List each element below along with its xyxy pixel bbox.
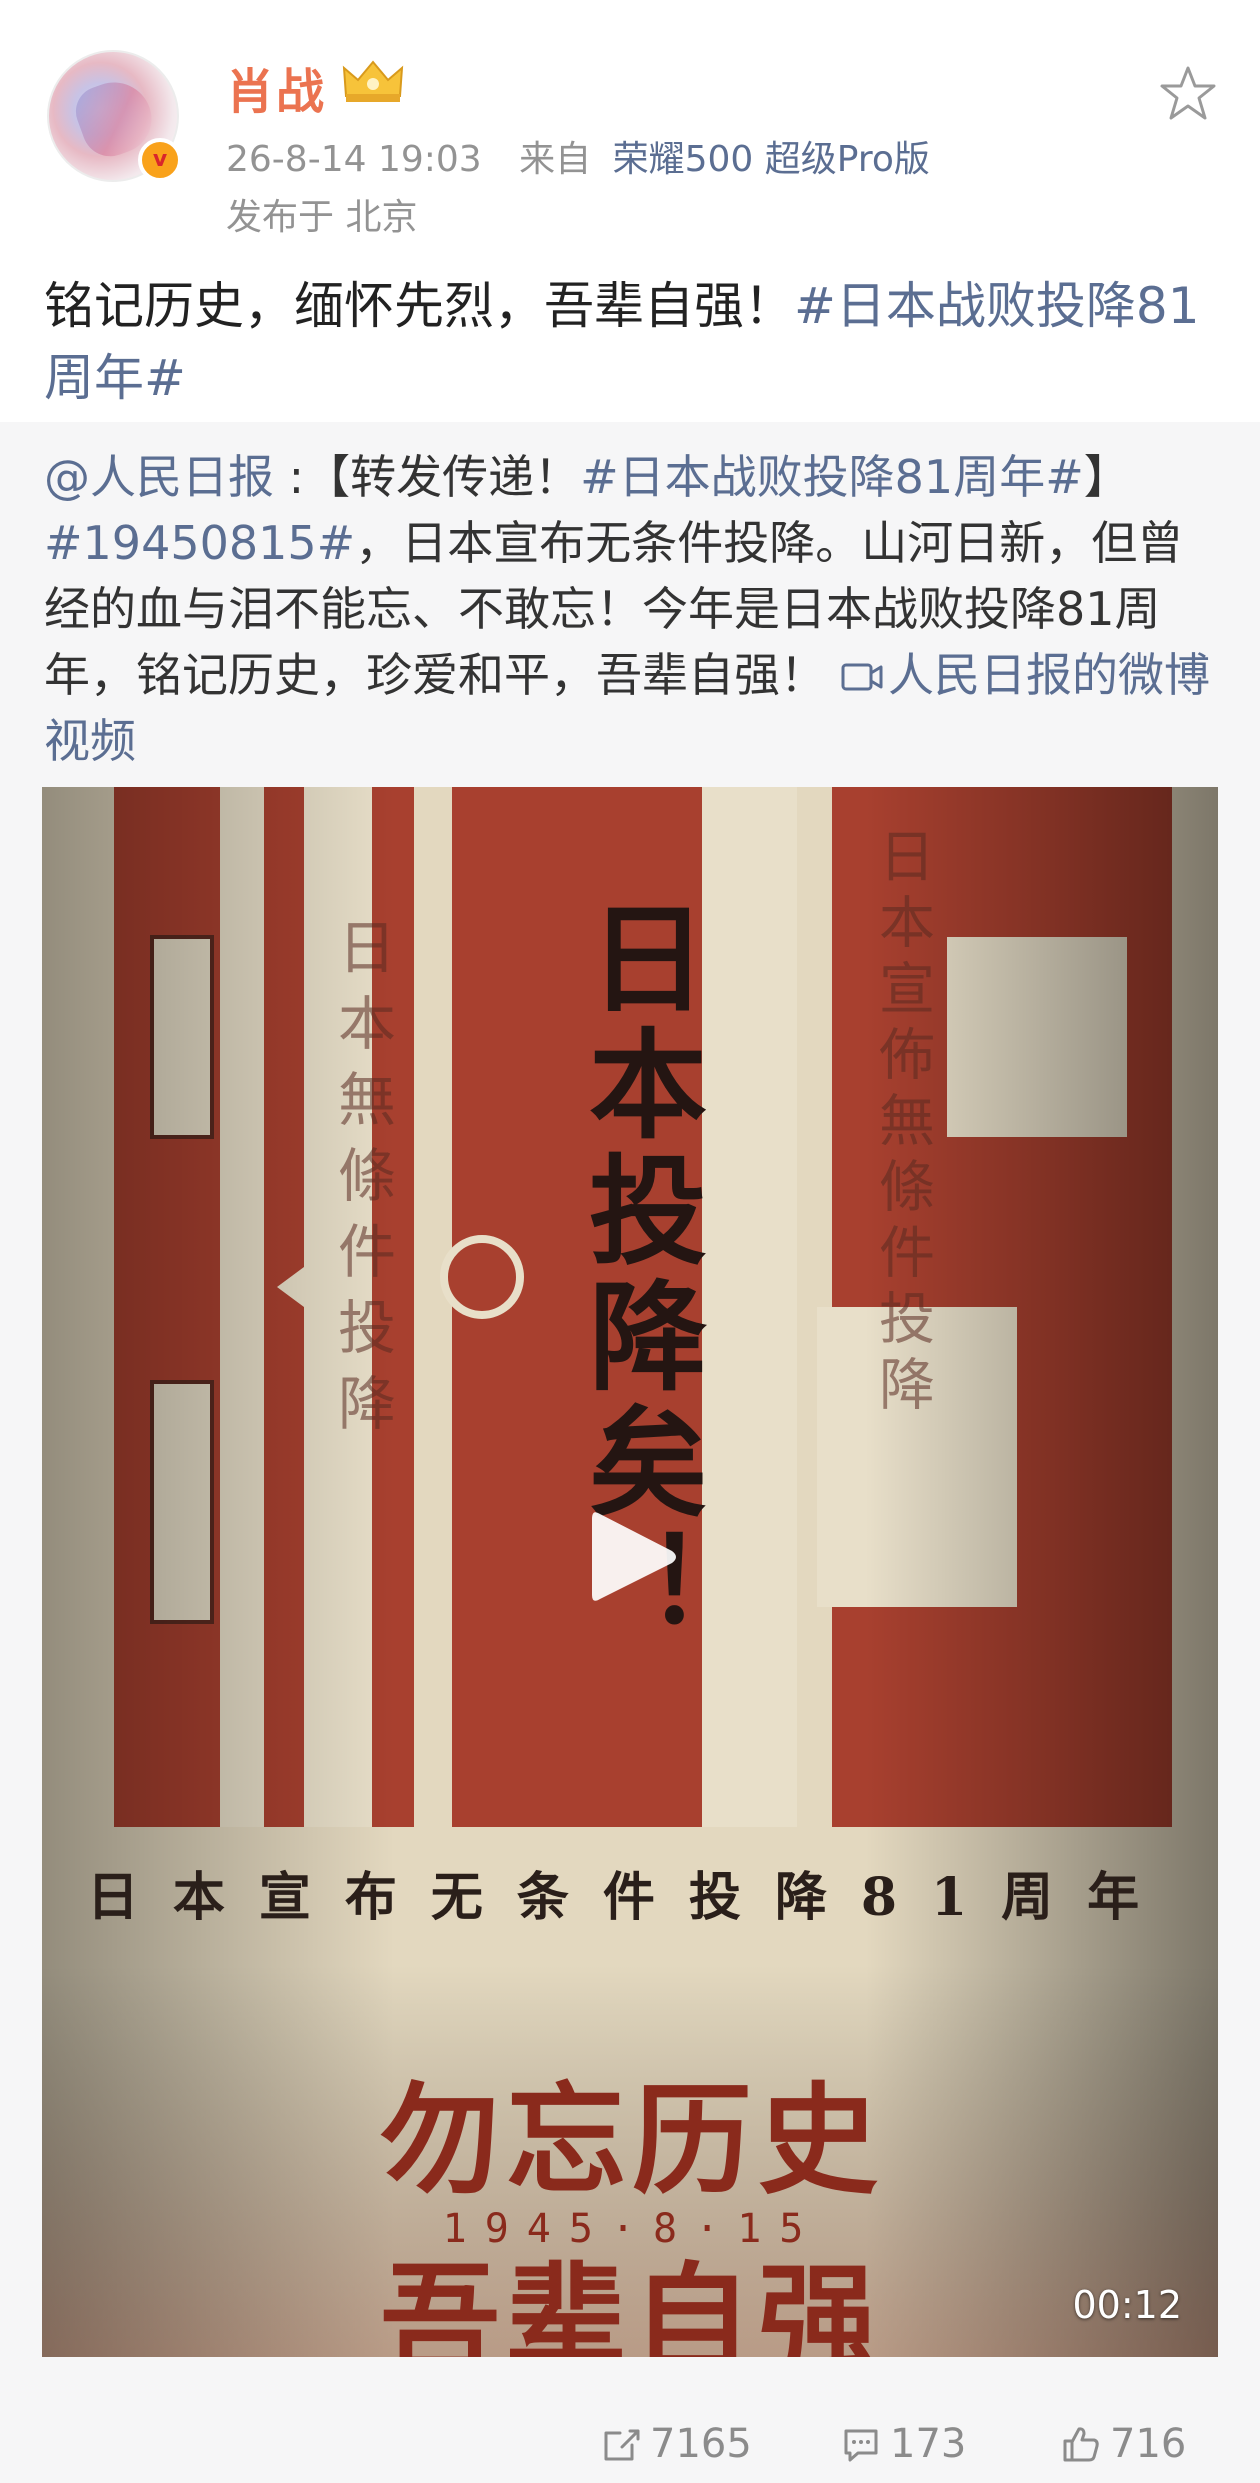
like-button[interactable]: 716 — [1060, 2405, 1186, 2483]
post-meta: 26-8-14 19:03 来自 荣耀500 超级Pro版 — [226, 130, 930, 182]
poster-date: 1945·8·15 — [443, 2206, 822, 2252]
username[interactable]: 肖战 — [226, 52, 326, 122]
video-duration: 00:12 — [1072, 2283, 1182, 2327]
crown-badge-icon[interactable] — [340, 56, 406, 106]
comment-icon — [844, 2429, 878, 2462]
post-header: v 肖战 26-8-14 19:03 来自 荣耀500 超级Pro版 发布于 北… — [0, 0, 1260, 250]
video-player[interactable]: 日本無條件投降 日本宣佈無條件投降 日本投降矣！ 日本宣布无条件投降81周年 勿… — [42, 787, 1218, 2357]
thumb-up-icon — [1063, 2427, 1099, 2462]
forward-count: 7165 — [650, 2421, 752, 2467]
action-bar: 7165 173 716 — [0, 2405, 1260, 2483]
play-icon[interactable] — [588, 1507, 678, 1607]
video-link-icon — [841, 663, 883, 691]
star-outline-icon[interactable] — [1158, 64, 1218, 124]
repost-topic-link-2[interactable]: #19450815# — [44, 516, 355, 570]
repost-author-link[interactable]: @人民日报 — [44, 450, 274, 504]
forward-button[interactable]: 7165 — [600, 2405, 752, 2483]
from-label: 来自 — [519, 139, 592, 180]
post-body: 铭记历史，缅怀先烈，吾辈自强！#日本战败投降81周年# — [44, 270, 1224, 414]
poster-subtitle: 日本宣布无条件投降81周年 — [87, 1867, 1173, 1928]
post-text: 铭记历史，缅怀先烈，吾辈自强！ — [44, 277, 794, 335]
comment-button[interactable]: 173 — [840, 2405, 966, 2483]
poster-left-column-text: 日本無條件投降 — [328, 917, 396, 1449]
forward-icon — [604, 2429, 640, 2461]
like-count: 716 — [1110, 2421, 1187, 2467]
poster-slogan-1: 勿忘历史 — [380, 2070, 884, 2211]
repost-text-1: :【转发传递！ — [274, 450, 581, 504]
verified-badge-icon: v — [138, 138, 182, 182]
repost-body: @人民日报 :【转发传递！#日本战败投降81周年#】#19450815#，日本宣… — [44, 444, 1224, 774]
poster-slogan-2: 吾辈自强 — [380, 2250, 884, 2357]
post-location: 发布于 北京 — [226, 197, 418, 238]
post-timestamp: 26-8-14 19:03 — [226, 139, 482, 180]
poster-right-column-text: 日本宣佈無條件投降 — [870, 827, 935, 1421]
repost-card[interactable]: @人民日报 :【转发传递！#日本战败投降81周年#】#19450815#，日本宣… — [0, 422, 1260, 2405]
device-link[interactable]: 荣耀500 超级Pro版 — [613, 139, 930, 180]
repost-bracket: 】 — [1083, 450, 1130, 504]
repost-topic-link-1[interactable]: #日本战败投降81周年# — [580, 450, 1084, 504]
comment-count: 173 — [890, 2421, 967, 2467]
